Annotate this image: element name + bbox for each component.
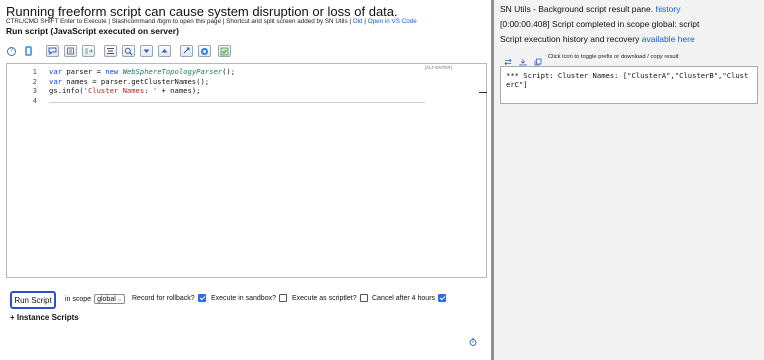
help-icon[interactable]: ? [7,47,16,56]
history-text: Script execution history and recovery [500,34,640,44]
timer-icon[interactable] [469,333,477,346]
instance-scripts-toggle[interactable]: + Instance Scripts [10,313,79,322]
comment-icon[interactable] [46,45,59,57]
history-link[interactable]: history [655,4,680,14]
result-icons-hint: Click icon to toggle prefix or download … [548,54,679,60]
scope-select-value: global [97,296,116,303]
code-token: var [49,76,62,86]
scriptlet-label: Execute as scriptlet? [292,294,357,302]
old-link[interactable]: Old [353,18,363,25]
line-number: 1 [32,67,37,76]
fullscreen-icon[interactable] [180,45,193,57]
cancel-label: Cancel after 4 hours [372,294,436,302]
code-line[interactable]: var parser = new WebSphereTopologyParser… [49,67,235,76]
code-token: + names); [157,86,201,95]
editor-marker [479,92,487,93]
code-token: gs [49,86,58,95]
scope-select[interactable]: global ⌵ [94,294,125,304]
result-title-text: SN Utils - Background script result pane… [500,4,654,14]
active-line-indicator [49,102,425,103]
code-token: new [105,67,119,76]
toggle-theme-icon[interactable] [218,45,231,57]
result-pane: SN Utils - Background script result pane… [494,0,764,360]
line-number: 3 [32,86,37,95]
rollback-label: Record for rollback? [132,294,195,302]
run-script-title: Run script (JavaScript executed on serve… [6,26,179,36]
search-icon[interactable] [122,45,135,57]
line-number: 2 [32,76,37,86]
code-editor[interactable]: [ALT-ENTER] 1 var parser = new WebSphereT… [6,63,487,278]
sandbox-label: Execute in sandbox? [211,294,276,302]
code-token: WebSphereTopologyParser [122,67,223,76]
script-status: [0:00:00.408] Script completed in scope … [500,19,700,29]
code-line[interactable]: var names = parser.getClusterNames(); [49,77,209,86]
info-line: CTRL/CMD SHIFT Enter to Execute | Slashc… [6,18,417,25]
scope-option: in scope global ⌵ [65,294,125,304]
debug-icon[interactable] [22,44,34,57]
history-info: Script execution history and recovery av… [500,34,695,44]
code-token: var [49,67,62,76]
sandbox-checkbox[interactable] [279,294,287,302]
script-output: *** Script: Cluster Names: ["ClusterA","… [500,66,758,104]
editor-hint-label: [ALT-ENTER] [425,65,452,70]
available-here-link[interactable]: available here [642,34,695,44]
cancel-option: Cancel after 4 hours [372,294,447,302]
info-text: CTRL/CMD SHIFT Enter to Execute | Slashc… [6,18,351,25]
code-line[interactable]: gs.info('Cluster Names: ' + names); [49,86,200,95]
chevron-down-icon: ⌵ [117,297,122,303]
script-editor-pane: Running freeform script can cause system… [0,0,491,360]
code-token: parser = [61,67,106,76]
cancel-checkbox[interactable] [438,294,447,302]
rollback-option: Record for rollback? [132,294,206,302]
scope-label: in scope [65,295,92,303]
code-token: names = parser.getClusterNames(); [61,76,210,86]
scriptlet-option: Execute as scriptlet? [292,294,368,302]
code-token: 'Cluster Names: ' [83,86,158,95]
format-icon[interactable] [64,45,77,57]
code-token: .info( [57,86,84,95]
sandbox-option: Execute in sandbox? [211,294,287,302]
rollback-checkbox[interactable] [197,294,206,302]
replace-icon[interactable] [82,45,95,57]
syntax-check-icon[interactable] [198,45,211,57]
fold-icon[interactable] [140,45,153,57]
warning-title: Running freeform script can cause system… [6,4,398,19]
align-icon[interactable] [104,45,117,57]
open-in-vscode-link[interactable]: Open in VS Code [368,18,417,25]
unfold-icon[interactable] [158,45,171,57]
result-pane-title: SN Utils - Background script result pane… [500,4,680,14]
scriptlet-checkbox[interactable] [359,294,368,302]
line-number: 4 [32,95,37,105]
run-script-button[interactable]: Run Script [10,291,56,309]
code-token: (); [222,67,236,76]
